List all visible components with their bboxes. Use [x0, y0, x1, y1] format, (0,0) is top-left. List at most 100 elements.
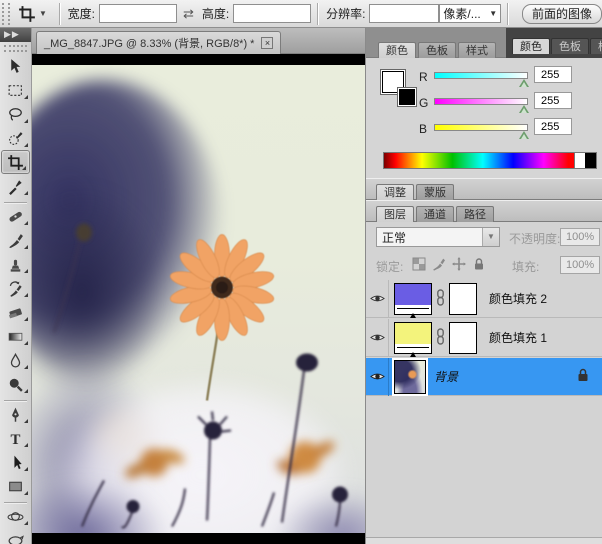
rectangular-marquee-tool[interactable] [0, 78, 31, 102]
current-tool-button[interactable]: ▼ [12, 5, 53, 23]
swap-dimensions-icon[interactable]: ⇄ [183, 6, 194, 22]
tab-layers[interactable]: 图层 [376, 206, 414, 223]
3d-orbit-icon [7, 532, 24, 544]
clone-stamp-tool[interactable] [0, 252, 31, 276]
fill-color-swatch [395, 323, 431, 344]
color-panel: R G B [366, 58, 602, 178]
layer-name[interactable]: 背景 [434, 368, 458, 385]
lock-transparency-icon[interactable] [412, 257, 426, 271]
layer-row-background[interactable]: 背景 [366, 358, 602, 396]
red-value-input[interactable] [534, 66, 572, 83]
type-tool[interactable]: T [0, 426, 31, 450]
fill-layer-thumbnail[interactable] [394, 322, 432, 354]
green-value-input[interactable] [534, 92, 572, 109]
resolution-unit-value: 像素/... [443, 5, 480, 22]
3d-rotate-icon [7, 508, 24, 525]
color-spectrum-ramp[interactable] [383, 152, 597, 169]
red-slider-thumb[interactable] [519, 79, 529, 87]
daisy-flower [169, 235, 276, 401]
layer-row-color-fill-1[interactable]: 颜色填充 1 [366, 319, 602, 357]
layer-row-color-fill-2[interactable]: 颜色填充 2 [366, 280, 602, 318]
red-slider[interactable] [434, 72, 528, 79]
tab-swatches[interactable]: 色板 [418, 42, 456, 58]
height-input[interactable] [233, 4, 311, 23]
lock-all-icon[interactable] [472, 257, 486, 271]
toolbar-grip[interactable] [4, 45, 27, 52]
green-slider-thumb[interactable] [519, 105, 529, 113]
history-brush-icon [7, 280, 24, 297]
lasso-tool[interactable] [0, 102, 31, 126]
blur-tool[interactable] [0, 348, 31, 372]
background-layer-thumbnail[interactable] [394, 360, 426, 394]
blue-slider[interactable] [434, 124, 528, 131]
chevron-down-icon: ▼ [489, 9, 497, 18]
options-bar-grip[interactable] [2, 3, 10, 25]
crop-tool[interactable] [1, 150, 30, 174]
burn-tool[interactable] [0, 372, 31, 396]
quick-selection-tool[interactable] [0, 126, 31, 150]
spectrum-black-swatch[interactable] [585, 153, 596, 168]
green-slider[interactable] [434, 98, 528, 105]
gradient-tool[interactable] [0, 324, 31, 348]
fill-layer-thumbnail[interactable] [394, 283, 432, 315]
spectrum-white-swatch[interactable] [574, 153, 585, 168]
spot-healing-brush-tool[interactable] [0, 204, 31, 228]
blend-mode-dropdown[interactable]: 正常 ▼ [376, 227, 500, 247]
resolution-input[interactable] [369, 4, 439, 23]
canvas-area[interactable] [32, 54, 365, 544]
toolbar-collapse-header[interactable]: ▶▶ [0, 28, 31, 42]
lock-pixels-icon[interactable] [432, 257, 446, 271]
eyedropper-tool[interactable] [0, 174, 31, 198]
tab-swatches-overlay[interactable]: 色板 [551, 38, 589, 54]
photo-detail-layer [32, 65, 365, 533]
pen-tool[interactable] [0, 402, 31, 426]
layer-name[interactable]: 颜色填充 2 [489, 290, 547, 307]
blue-slider-thumb[interactable] [519, 131, 529, 139]
document-tab[interactable]: _MG_8847.JPG @ 8.33% (背景, RGB/8*) * × [36, 31, 281, 54]
fill-label: 填充: [512, 258, 539, 275]
tab-channels[interactable]: 通道 [416, 206, 454, 223]
spectrum-gradient[interactable] [384, 153, 574, 168]
layer-mask-thumbnail[interactable] [449, 283, 477, 315]
tab-paths[interactable]: 路径 [456, 206, 494, 223]
3d-rotate-tool[interactable] [0, 504, 31, 528]
layer-mask-thumbnail[interactable] [449, 322, 477, 354]
width-input[interactable] [99, 4, 177, 23]
background-color-swatch[interactable] [397, 87, 417, 107]
document-tab-title: _MG_8847.JPG @ 8.33% (背景, RGB/8*) * [44, 35, 254, 51]
fill-value[interactable]: 100% [560, 256, 600, 274]
eye-icon [370, 371, 385, 382]
tab-styles-overlay[interactable]: 样式 [590, 38, 602, 54]
layer-name[interactable]: 颜色填充 1 [489, 329, 547, 346]
close-icon[interactable]: × [261, 37, 273, 49]
gradient-icon [7, 328, 24, 345]
front-image-button[interactable]: 前面的图像 [522, 4, 602, 24]
tab-adjustments[interactable]: 调整 [376, 184, 414, 201]
visibility-toggle[interactable] [366, 358, 389, 396]
3d-orbit-tool[interactable] [0, 528, 31, 544]
visibility-toggle[interactable] [366, 280, 389, 318]
brush-tool[interactable] [0, 228, 31, 252]
tab-styles[interactable]: 样式 [458, 42, 496, 58]
resolution-unit-dropdown[interactable]: 像素/... ▼ [439, 4, 501, 23]
eraser-tool[interactable] [0, 300, 31, 324]
move-tool[interactable] [0, 54, 31, 78]
lock-position-icon[interactable] [452, 257, 466, 271]
path-selection-tool[interactable] [0, 450, 31, 474]
rectangle-icon [7, 478, 24, 495]
history-brush-tool[interactable] [0, 276, 31, 300]
rectangle-shape-tool[interactable] [0, 474, 31, 498]
clone-stamp-icon [7, 256, 24, 273]
healing-brush-icon [7, 208, 24, 225]
toolbar-divider [4, 198, 27, 203]
resolution-label: 分辨率: [326, 5, 365, 22]
blue-value-input[interactable] [534, 118, 572, 135]
opacity-value[interactable]: 100% [560, 228, 600, 246]
tab-color[interactable]: 颜色 [378, 42, 416, 58]
document-tab-bar: _MG_8847.JPG @ 8.33% (背景, RGB/8*) * × [32, 28, 365, 54]
visibility-toggle[interactable] [366, 319, 389, 357]
blurred-bud-silhouette [54, 224, 92, 333]
red-channel-label: R [419, 70, 433, 84]
tab-color-overlay[interactable]: 颜色 [512, 38, 550, 54]
tab-masks[interactable]: 蒙版 [416, 184, 454, 201]
